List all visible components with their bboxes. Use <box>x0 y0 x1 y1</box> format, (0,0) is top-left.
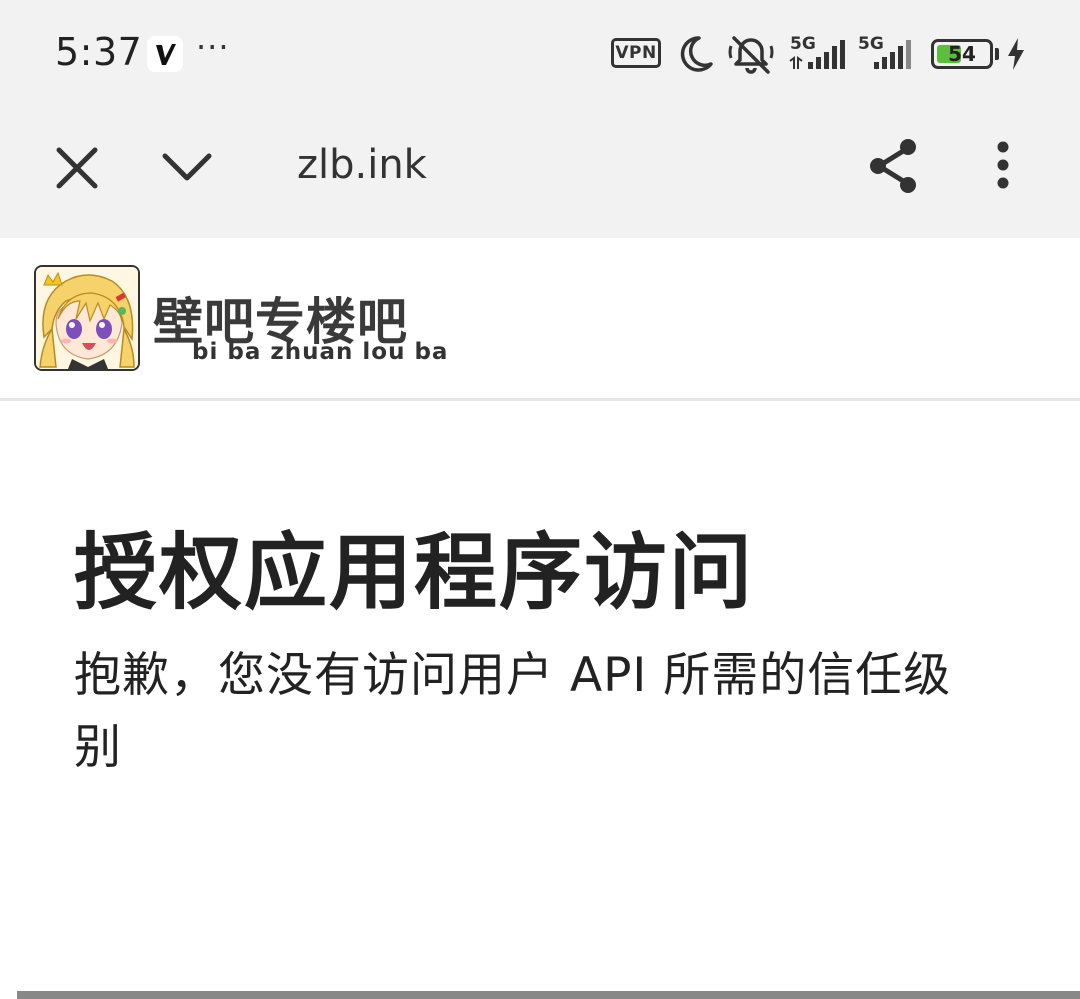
battery-icon: 54 <box>931 39 993 69</box>
page-title: 授权应用程序访问 <box>74 524 754 621</box>
close-button[interactable] <box>52 143 102 193</box>
share-button[interactable] <box>866 136 920 196</box>
vpn-badge: VPN <box>611 38 661 68</box>
status-bar: 5:37 ··· VPN 5G 5G 54 <box>0 0 1080 108</box>
signal-icon <box>789 40 845 69</box>
status-more-dots: ··· <box>196 28 230 66</box>
moon-icon <box>680 36 713 72</box>
mute-icon <box>728 36 774 74</box>
status-time: 5:37 <box>55 30 143 74</box>
anime-avatar-icon <box>36 267 138 369</box>
browser-toolbar: zlb.ink <box>0 108 1080 238</box>
battery-tip <box>995 48 999 60</box>
site-logo-avatar[interactable] <box>34 265 140 371</box>
url-text[interactable]: zlb.ink <box>297 142 427 188</box>
signal-icon-2 <box>874 40 911 69</box>
charging-icon <box>1008 38 1024 70</box>
bottom-divider <box>17 991 1080 999</box>
share-icon <box>870 139 916 193</box>
collapse-button[interactable] <box>160 148 214 188</box>
more-options-button[interactable] <box>990 140 1016 194</box>
chevron-down-icon <box>162 153 212 181</box>
site-header: 壁吧专楼吧 bi ba zhuan lou ba <box>0 238 1080 401</box>
site-subtitle: bi ba zhuan lou ba <box>192 339 449 365</box>
error-message: 抱歉，您没有访问用户 API 所需的信任级别 <box>74 648 952 775</box>
close-icon <box>56 147 98 189</box>
battery-level: 54 <box>948 42 976 66</box>
app-v-icon <box>147 36 183 72</box>
more-vert-icon <box>997 141 1009 189</box>
